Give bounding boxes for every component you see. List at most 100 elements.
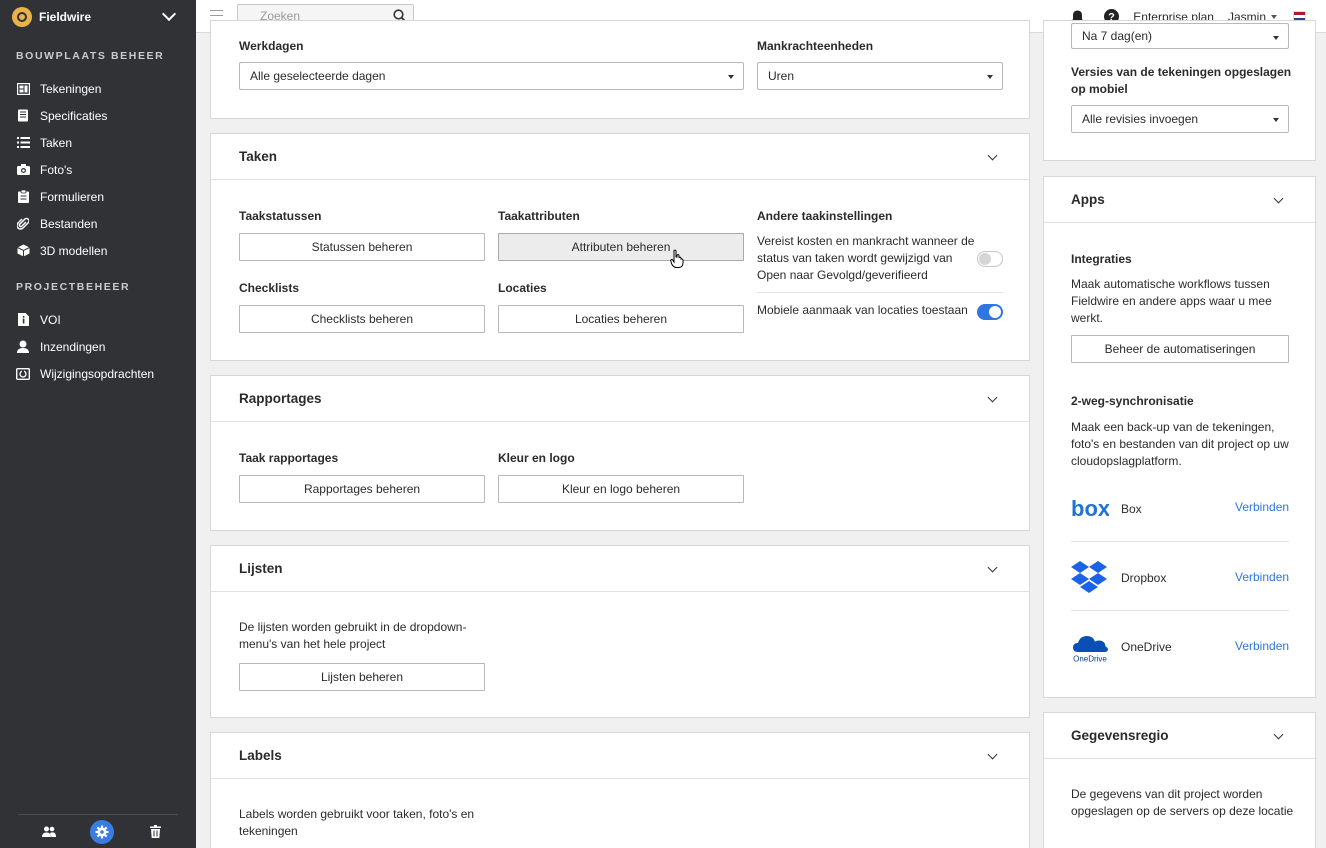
camera-icon <box>16 163 30 176</box>
integrations-text: Maak automatische workflows tussen Field… <box>1071 277 1272 325</box>
manage-reports-button[interactable]: Rapportages beheren <box>239 475 485 503</box>
versions-value: Alle revisies invoegen <box>1082 112 1199 126</box>
sidebar-item-label: Taken <box>40 135 73 150</box>
retention-select[interactable]: Na 7 dag(en) <box>1071 23 1289 49</box>
locations-label: Locaties <box>498 281 547 295</box>
box-logo-icon: box <box>1071 496 1111 525</box>
divider <box>1071 541 1289 542</box>
sidebar-list-project: VOI Inzendingen Wijzigingsopdrachten <box>0 306 196 387</box>
card-title: Gegevensregio <box>1071 728 1169 743</box>
document-info-icon <box>16 313 30 326</box>
rapportages-card: Rapportages Taak rapportages Rapportages… <box>210 375 1030 531</box>
book-icon <box>16 109 30 122</box>
manpower-value: Uren <box>768 69 795 83</box>
task-statuses-label: Taakstatussen <box>239 209 322 223</box>
card-title: Lijsten <box>239 561 283 576</box>
apps-header[interactable]: Apps <box>1044 177 1315 223</box>
cost-requirement-text: Vereist kosten en mankracht wanneer de s… <box>757 234 975 282</box>
card-title: Taken <box>239 149 278 164</box>
workdays-label: Werkdagen <box>239 39 304 53</box>
dropdown-arrow-icon <box>728 75 734 79</box>
card-title: Labels <box>239 748 282 763</box>
manage-color-logo-button[interactable]: Kleur en logo beheren <box>498 475 744 503</box>
sidebar-item-wijzigingsopdrachten[interactable]: Wijzigingsopdrachten <box>0 360 196 387</box>
manage-statuses-button[interactable]: Statussen beheren <box>239 233 485 261</box>
drawing-settings-card: Na 7 dag(en) Versies van de tekeningen o… <box>1043 20 1316 161</box>
sidebar-item-3d-modellen[interactable]: 3D modellen <box>0 237 196 264</box>
onedrive-name: OneDrive <box>1121 640 1172 654</box>
lijsten-header[interactable]: Lijsten <box>211 546 1029 592</box>
sidebar-item-fotos[interactable]: Foto's <box>0 156 196 183</box>
project-switcher[interactable]: Fieldwire <box>0 0 196 34</box>
chevron-down-icon[interactable] <box>987 562 998 573</box>
sidebar-item-bestanden[interactable]: Bestanden <box>0 210 196 237</box>
fieldwire-logo-icon <box>12 7 32 27</box>
chevron-down-icon[interactable] <box>1273 193 1284 204</box>
manage-attributes-button[interactable]: Attributen beheren <box>498 233 744 261</box>
dropbox-name: Dropbox <box>1121 571 1167 585</box>
cost-requirement-toggle[interactable] <box>977 251 1003 267</box>
onedrive-connect-link[interactable]: Verbinden <box>1235 639 1289 653</box>
labels-header[interactable]: Labels <box>211 733 1029 779</box>
sidebar-item-label: Inzendingen <box>40 339 106 354</box>
versions-select[interactable]: Alle revisies invoegen <box>1071 105 1289 133</box>
chevron-down-icon[interactable] <box>1273 729 1284 740</box>
sidebar-list-site: Tekeningen Specificaties Taken Foto's Fo… <box>0 75 196 264</box>
retention-value: Na 7 dag(en) <box>1082 29 1153 43</box>
lijsten-card: Lijsten De lijsten worden gebruikt in de… <box>210 545 1030 718</box>
dropbox-logo-icon <box>1071 561 1107 596</box>
caret-down-icon <box>1271 15 1277 20</box>
sidebar-footer <box>18 814 178 848</box>
chevron-down-icon[interactable] <box>987 150 998 161</box>
box-name: Box <box>1121 502 1142 516</box>
mobile-locations-text: Mobiele aanmaak van locaties toestaan <box>757 303 968 317</box>
box-connect-link[interactable]: Verbinden <box>1235 500 1289 514</box>
chevron-down-icon <box>161 6 177 22</box>
labels-card: Labels Labels worden gebruikt voor taken… <box>210 732 1030 848</box>
chevron-down-icon[interactable] <box>987 392 998 403</box>
workdays-select[interactable]: Alle geselecteerde dagen <box>239 62 744 90</box>
divider <box>1071 610 1289 611</box>
brand-name: Fieldwire <box>39 10 92 24</box>
manpower-select[interactable]: Uren <box>757 62 1003 90</box>
mobile-locations-toggle[interactable] <box>977 304 1003 320</box>
sidebar-item-tekeningen[interactable]: Tekeningen <box>0 75 196 102</box>
sidebar-item-taken[interactable]: Taken <box>0 129 196 156</box>
dropbox-connect-link[interactable]: Verbinden <box>1235 570 1289 584</box>
sync-label: 2-weg-synchronisatie <box>1071 394 1194 408</box>
clipboard-icon <box>16 190 30 203</box>
sync-text: Maak een back-up van de tekeningen, foto… <box>1071 420 1289 468</box>
sidebar-item-label: Formulieren <box>40 189 105 204</box>
chevron-down-icon[interactable] <box>987 749 998 760</box>
other-task-settings-label: Andere taakinstellingen <box>757 209 893 223</box>
hand-cursor-icon <box>670 249 684 271</box>
taken-header[interactable]: Taken <box>211 134 1029 180</box>
trash-icon[interactable] <box>144 821 166 843</box>
card-title: Apps <box>1071 192 1105 207</box>
manage-checklists-button[interactable]: Checklists beheren <box>239 305 485 333</box>
data-region-card: Gegevensregio De gegevens van dit projec… <box>1043 712 1316 848</box>
people-icon[interactable] <box>38 821 60 843</box>
manage-automations-button[interactable]: Beheer de automatiseringen <box>1071 335 1289 363</box>
sidebar-item-specificaties[interactable]: Specificaties <box>0 102 196 129</box>
sidebar-item-formulieren[interactable]: Formulieren <box>0 183 196 210</box>
card-title: Rapportages <box>239 391 322 406</box>
box-logo-text: box <box>1071 498 1109 521</box>
integrations-label: Integraties <box>1071 252 1132 266</box>
task-reports-label: Taak rapportages <box>239 451 339 465</box>
labels-description: Labels worden gebruikt voor taken, foto'… <box>239 807 475 838</box>
rapportages-header[interactable]: Rapportages <box>211 376 1029 422</box>
onedrive-logo-icon: OneDrive <box>1070 632 1110 667</box>
sidebar-item-label: VOI <box>40 312 61 327</box>
sidebar-item-voi[interactable]: VOI <box>0 306 196 333</box>
sidebar-item-inzendingen[interactable]: Inzendingen <box>0 333 196 360</box>
divider <box>757 292 1003 293</box>
lists-description: De lijsten worden gebruikt in de dropdow… <box>239 620 467 651</box>
manage-lists-button[interactable]: Lijsten beheren <box>239 663 485 691</box>
color-logo-label: Kleur en logo <box>498 451 575 465</box>
sidebar-item-label: 3D modellen <box>40 243 108 258</box>
manage-locations-button[interactable]: Locaties beheren <box>498 305 744 333</box>
section-title-bouwplaats: BOUWPLAATS BEHEER <box>16 50 165 62</box>
settings-gear-icon[interactable] <box>90 819 114 844</box>
data-region-header[interactable]: Gegevensregio <box>1044 713 1315 759</box>
